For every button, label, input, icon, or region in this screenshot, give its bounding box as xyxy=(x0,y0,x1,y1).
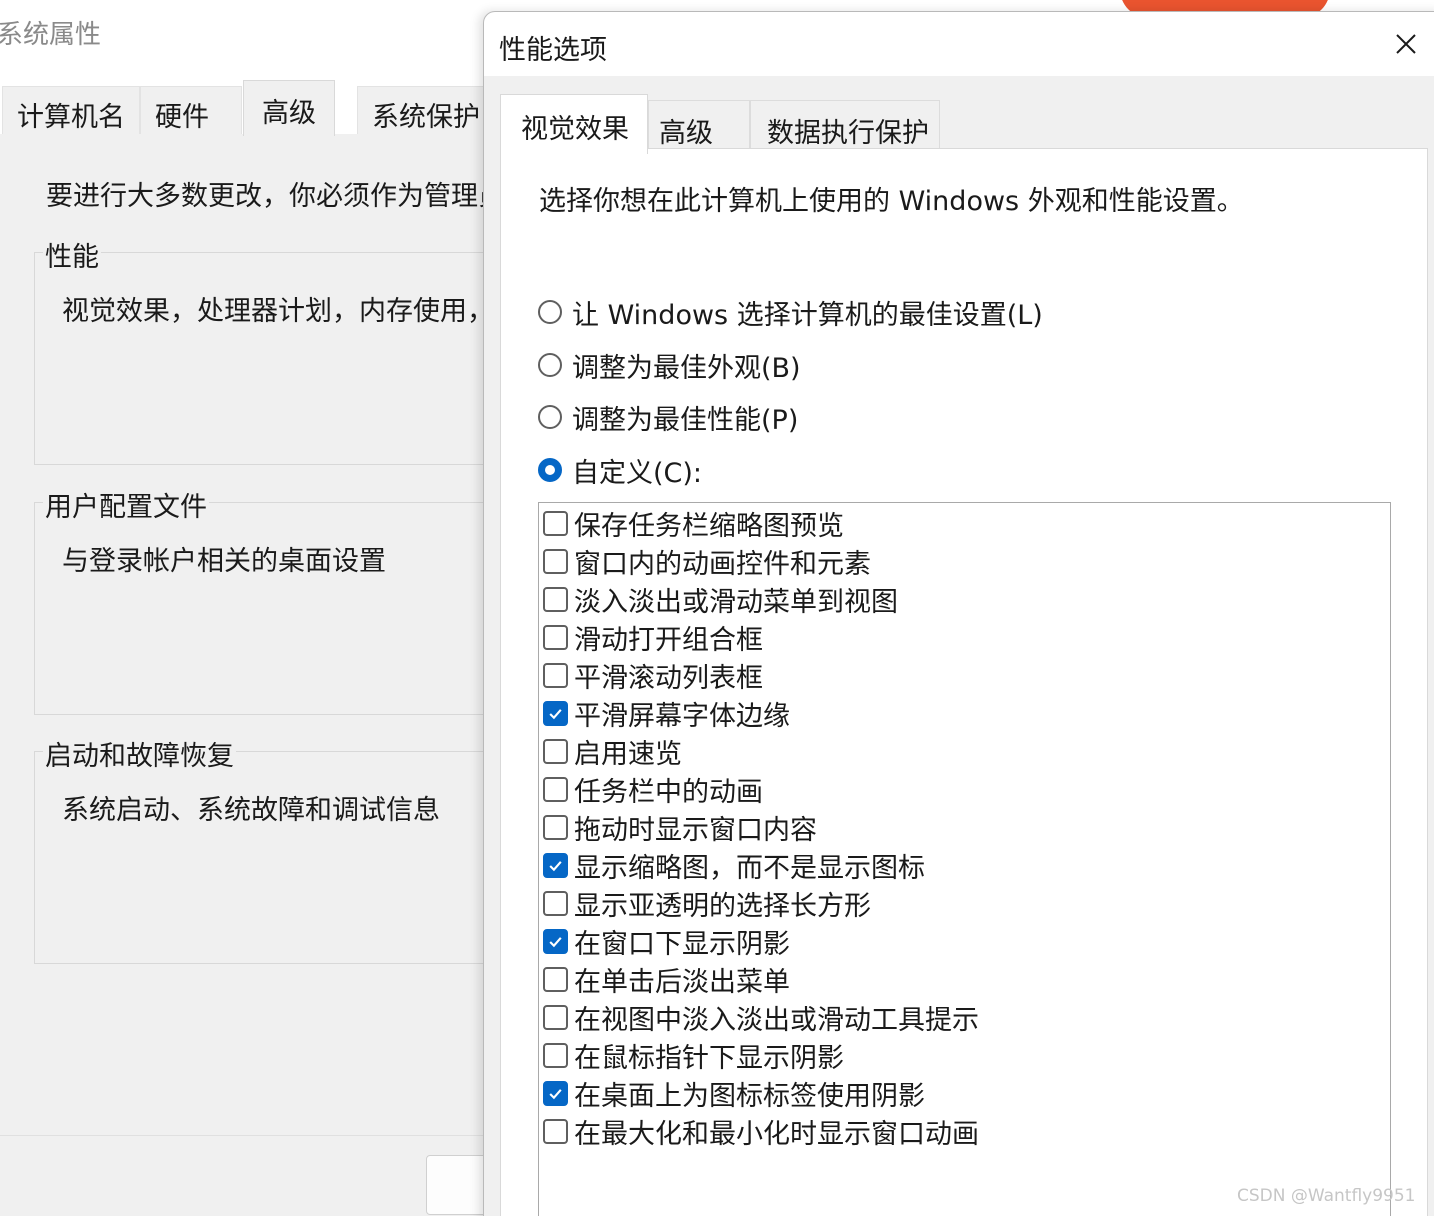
user-profiles-legend: 用户配置文件 xyxy=(43,485,209,524)
startup-recovery-description: 系统启动、系统故障和调试信息 xyxy=(62,795,440,826)
effect-label: 任务栏中的动画 xyxy=(574,776,763,808)
effect-label: 窗口内的动画控件和元素 xyxy=(574,548,871,580)
checkbox[interactable] xyxy=(543,890,568,916)
checkbox[interactable] xyxy=(543,1042,568,1068)
effect-checkbox-row[interactable]: 淡入淡出或滑动菜单到视图 xyxy=(543,581,898,618)
effect-checkbox-row[interactable]: 在最大化和最小化时显示窗口动画 xyxy=(543,1113,979,1150)
effect-checkbox-row[interactable]: 显示亚透明的选择长方形 xyxy=(543,885,871,922)
tab-dep[interactable]: 数据执行保护 xyxy=(750,100,940,150)
checkbox[interactable] xyxy=(543,1118,568,1144)
checkmark-icon xyxy=(549,936,562,947)
effect-label: 在最大化和最小化时显示窗口动画 xyxy=(574,1118,979,1150)
tab-dialog-advanced[interactable]: 高级 xyxy=(648,100,750,150)
radio-custom[interactable]: 自定义(C): xyxy=(538,450,702,490)
checkbox[interactable] xyxy=(543,586,568,612)
radio-label: 调整为最佳性能(P) xyxy=(572,404,799,436)
effect-checkbox-row[interactable]: 窗口内的动画控件和元素 xyxy=(543,543,871,580)
close-button[interactable] xyxy=(1388,26,1424,62)
effect-checkbox-row[interactable]: 在视图中淡入淡出或滑动工具提示 xyxy=(543,999,979,1036)
radio-button[interactable] xyxy=(538,405,562,429)
effect-label: 显示缩略图，而不是显示图标 xyxy=(574,852,925,884)
effect-label: 滑动打开组合框 xyxy=(574,624,763,656)
tab-visual-effects[interactable]: 视觉效果 xyxy=(500,94,648,154)
effect-label: 显示亚透明的选择长方形 xyxy=(574,890,871,922)
effect-label: 启用速览 xyxy=(574,738,682,770)
startup-recovery-legend: 启动和故障恢复 xyxy=(43,734,236,773)
system-properties-title: 系统属性 xyxy=(0,20,102,50)
dialog-title: 性能选项 xyxy=(499,35,607,66)
tab-system-protection[interactable]: 系统保护 xyxy=(357,86,495,134)
radio-label: 自定义(C): xyxy=(572,457,703,489)
checkbox[interactable] xyxy=(543,1004,568,1030)
checkmark-icon xyxy=(549,1088,562,1099)
tab-advanced[interactable]: 高级 xyxy=(243,80,335,136)
tab-computer-name[interactable]: 计算机名 xyxy=(2,86,140,134)
effect-checkbox-row[interactable]: 显示缩略图，而不是显示图标 xyxy=(543,847,925,884)
effect-label: 平滑滚动列表框 xyxy=(574,662,763,694)
effect-label: 淡入淡出或滑动菜单到视图 xyxy=(574,586,898,618)
radio-button[interactable] xyxy=(538,458,562,482)
effect-checkbox-row[interactable]: 滑动打开组合框 xyxy=(543,619,763,656)
checkbox[interactable] xyxy=(543,548,568,574)
checkbox[interactable] xyxy=(543,510,568,536)
effect-label: 在单击后淡出菜单 xyxy=(574,966,790,998)
effect-checkbox-row[interactable]: 保存任务栏缩略图预览 xyxy=(543,505,844,542)
effect-label: 在鼠标指针下显示阴影 xyxy=(574,1042,844,1074)
tab-hardware[interactable]: 硬件 xyxy=(140,86,242,134)
checkbox[interactable] xyxy=(543,814,568,840)
checkbox[interactable] xyxy=(543,852,568,878)
effects-list[interactable]: 保存任务栏缩略图预览 窗口内的动画控件和元素 淡入淡出或滑动菜单到视图 滑动打开组合框… xyxy=(538,502,1391,1216)
checkbox[interactable] xyxy=(543,776,568,802)
effect-label: 在视图中淡入淡出或滑动工具提示 xyxy=(574,1004,979,1036)
admin-note: 要进行大多数更改，你必须作为管理员 xyxy=(46,181,505,212)
user-profiles-description: 与登录帐户相关的桌面设置 xyxy=(62,546,386,577)
performance-options-dialog: 性能选项 视觉效果 高级 数据执行保护 选择你想在此计算机上使用的 Window… xyxy=(483,11,1434,1216)
effect-checkbox-row[interactable]: 拖动时显示窗口内容 xyxy=(543,809,817,846)
checkbox[interactable] xyxy=(543,700,568,726)
effect-label: 拖动时显示窗口内容 xyxy=(574,814,817,846)
checkbox[interactable] xyxy=(543,662,568,688)
effect-checkbox-row[interactable]: 在窗口下显示阴影 xyxy=(543,923,790,960)
effect-label: 平滑屏幕字体边缘 xyxy=(574,700,790,732)
effect-label: 在桌面上为图标标签使用阴影 xyxy=(574,1080,925,1112)
radio-best-appearance[interactable]: 调整为最佳外观(B) xyxy=(538,345,801,385)
visual-effects-intro: 选择你想在此计算机上使用的 Windows 外观和性能设置。 xyxy=(539,186,1244,217)
effect-checkbox-row[interactable]: 平滑滚动列表框 xyxy=(543,657,763,694)
checkmark-icon xyxy=(549,708,562,719)
effect-checkbox-row[interactable]: 任务栏中的动画 xyxy=(543,771,763,808)
checkbox[interactable] xyxy=(543,1080,568,1106)
checkbox[interactable] xyxy=(543,738,568,764)
radio-let-windows-choose[interactable]: 让 Windows 选择计算机的最佳设置(L) xyxy=(538,292,1043,332)
checkbox[interactable] xyxy=(543,966,568,992)
radio-label: 让 Windows 选择计算机的最佳设置(L) xyxy=(572,299,1043,331)
visual-effects-panel: 选择你想在此计算机上使用的 Windows 外观和性能设置。 让 Windows… xyxy=(500,148,1428,1216)
screen: 系统属性 计算机名 硬件 高级 系统保护 要进行大多数更改，你必须作为管理员 性… xyxy=(0,0,1434,1216)
radio-button[interactable] xyxy=(538,353,562,377)
effect-checkbox-row[interactable]: 在鼠标指针下显示阴影 xyxy=(543,1037,844,1074)
performance-legend: 性能 xyxy=(43,235,101,274)
effect-checkbox-row[interactable]: 在单击后淡出菜单 xyxy=(543,961,790,998)
effect-label: 在窗口下显示阴影 xyxy=(574,928,790,960)
effect-checkbox-row[interactable]: 平滑屏幕字体边缘 xyxy=(543,695,790,732)
effect-checkbox-row[interactable]: 启用速览 xyxy=(543,733,682,770)
radio-button[interactable] xyxy=(538,300,562,324)
checkbox[interactable] xyxy=(543,928,568,954)
radio-best-performance[interactable]: 调整为最佳性能(P) xyxy=(538,397,798,437)
performance-description: 视觉效果，处理器计划，内存使用， xyxy=(62,296,494,327)
close-icon xyxy=(1396,34,1416,54)
checkmark-icon xyxy=(549,860,562,871)
effect-checkbox-row[interactable]: 在桌面上为图标标签使用阴影 xyxy=(543,1075,925,1112)
radio-label: 调整为最佳外观(B) xyxy=(572,352,801,384)
checkbox[interactable] xyxy=(543,624,568,650)
effect-label: 保存任务栏缩略图预览 xyxy=(574,510,844,542)
watermark: CSDN @Wantfly9951 xyxy=(1237,1186,1416,1206)
